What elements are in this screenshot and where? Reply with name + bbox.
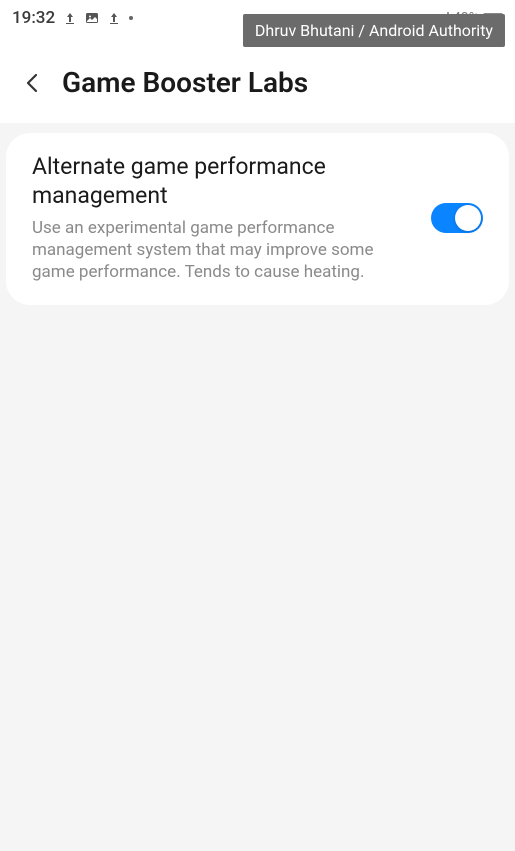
watermark-badge: Dhruv Bhutani / Android Authority	[243, 14, 505, 47]
upload-icon	[63, 11, 77, 25]
status-left: 19:32	[12, 8, 133, 28]
toggle-thumb	[455, 205, 481, 231]
content-area: Alternate game performance management Us…	[0, 123, 515, 315]
chevron-left-icon	[22, 71, 42, 95]
status-dot-icon	[129, 16, 133, 20]
page-title: Game Booster Labs	[62, 66, 308, 99]
status-time: 19:32	[12, 8, 55, 28]
setting-description: Use an experimental game performance man…	[32, 217, 415, 283]
toggle-alternate-perf[interactable]	[431, 203, 483, 233]
setting-card-alternate-perf[interactable]: Alternate game performance management Us…	[6, 133, 509, 305]
back-button[interactable]	[18, 69, 46, 97]
upload-icon-2	[107, 11, 121, 25]
setting-title: Alternate game performance management	[32, 153, 415, 211]
image-icon	[85, 11, 99, 25]
page-header: Game Booster Labs	[0, 36, 515, 123]
setting-text: Alternate game performance management Us…	[32, 153, 415, 283]
